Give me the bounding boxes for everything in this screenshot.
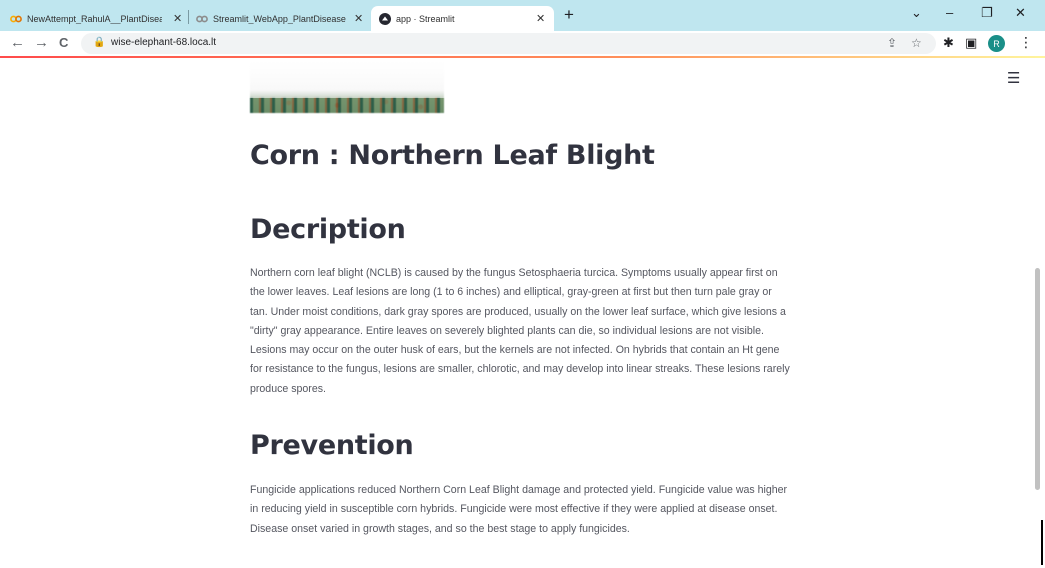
app-header xyxy=(0,58,1030,98)
restore-button[interactable]: ❐ xyxy=(981,5,993,21)
prevention-heading: Prevention xyxy=(250,430,414,462)
url-bar[interactable]: 🔒 wise-elephant-68.loca.lt ⇪ ☆ xyxy=(81,33,936,54)
colab-icon xyxy=(196,13,208,25)
url-text[interactable]: wise-elephant-68.loca.lt xyxy=(111,37,216,48)
side-panel-icon[interactable]: ▣ xyxy=(965,35,977,51)
tab-bar: NewAttempt_RahulA__PlantDisea ✕ Streamli… xyxy=(0,0,1045,31)
scrollbar-thumb[interactable] xyxy=(1035,268,1040,490)
description-text: Northern corn leaf blight (NCLB) is caus… xyxy=(250,267,790,395)
new-tab-button[interactable]: + xyxy=(564,5,574,25)
tab-colab-2[interactable]: Streamlit_WebApp_PlantDisease ✕ xyxy=(196,6,366,31)
close-tab-icon[interactable]: ✕ xyxy=(173,12,182,25)
address-bar-row: ← → C 🔒 wise-elephant-68.loca.lt ⇪ ☆ ✱ ▣… xyxy=(0,31,1045,57)
description-heading: Decription xyxy=(250,214,406,245)
share-icon[interactable]: ⇪ xyxy=(887,36,897,50)
back-icon[interactable]: ← xyxy=(10,34,25,51)
page-title: Corn : Northern Leaf Blight xyxy=(250,140,655,171)
tab-title: app · Streamlit xyxy=(396,13,455,24)
profile-avatar[interactable]: R xyxy=(988,35,1005,52)
tab-streamlit-app[interactable]: app · Streamlit ✕ xyxy=(371,6,554,31)
tab-title: Streamlit_WebApp_PlantDisease xyxy=(213,13,346,24)
minimize-button[interactable]: – xyxy=(946,5,953,20)
lock-icon: 🔒 xyxy=(93,37,106,48)
tab-title: NewAttempt_RahulA__PlantDisea xyxy=(27,13,162,24)
tab-search-icon[interactable]: ⌄ xyxy=(911,5,922,21)
close-tab-icon[interactable]: ✕ xyxy=(536,12,545,25)
streamlit-icon xyxy=(379,12,391,25)
close-window-button[interactable]: ✕ xyxy=(1015,5,1026,21)
reload-icon[interactable]: C xyxy=(59,35,68,50)
forward-icon[interactable]: → xyxy=(34,34,49,51)
prevention-text: Fungicide applications reduced Northern … xyxy=(250,484,788,535)
main-content: Corn : Northern Leaf Blight Decription N… xyxy=(250,140,790,539)
extensions-puzzle-icon[interactable]: ✱ xyxy=(943,35,954,51)
hamburger-menu-icon[interactable]: ☰ xyxy=(1007,69,1020,87)
colab-icon xyxy=(10,13,22,25)
browser-menu-icon[interactable]: ⋮ xyxy=(1019,34,1033,51)
close-tab-icon[interactable]: ✕ xyxy=(354,12,363,25)
bookmark-star-icon[interactable]: ☆ xyxy=(911,36,922,50)
text-cursor xyxy=(1041,520,1043,565)
tab-colab-1[interactable]: NewAttempt_RahulA__PlantDisea ✕ xyxy=(10,6,184,31)
tab-separator xyxy=(188,10,189,24)
